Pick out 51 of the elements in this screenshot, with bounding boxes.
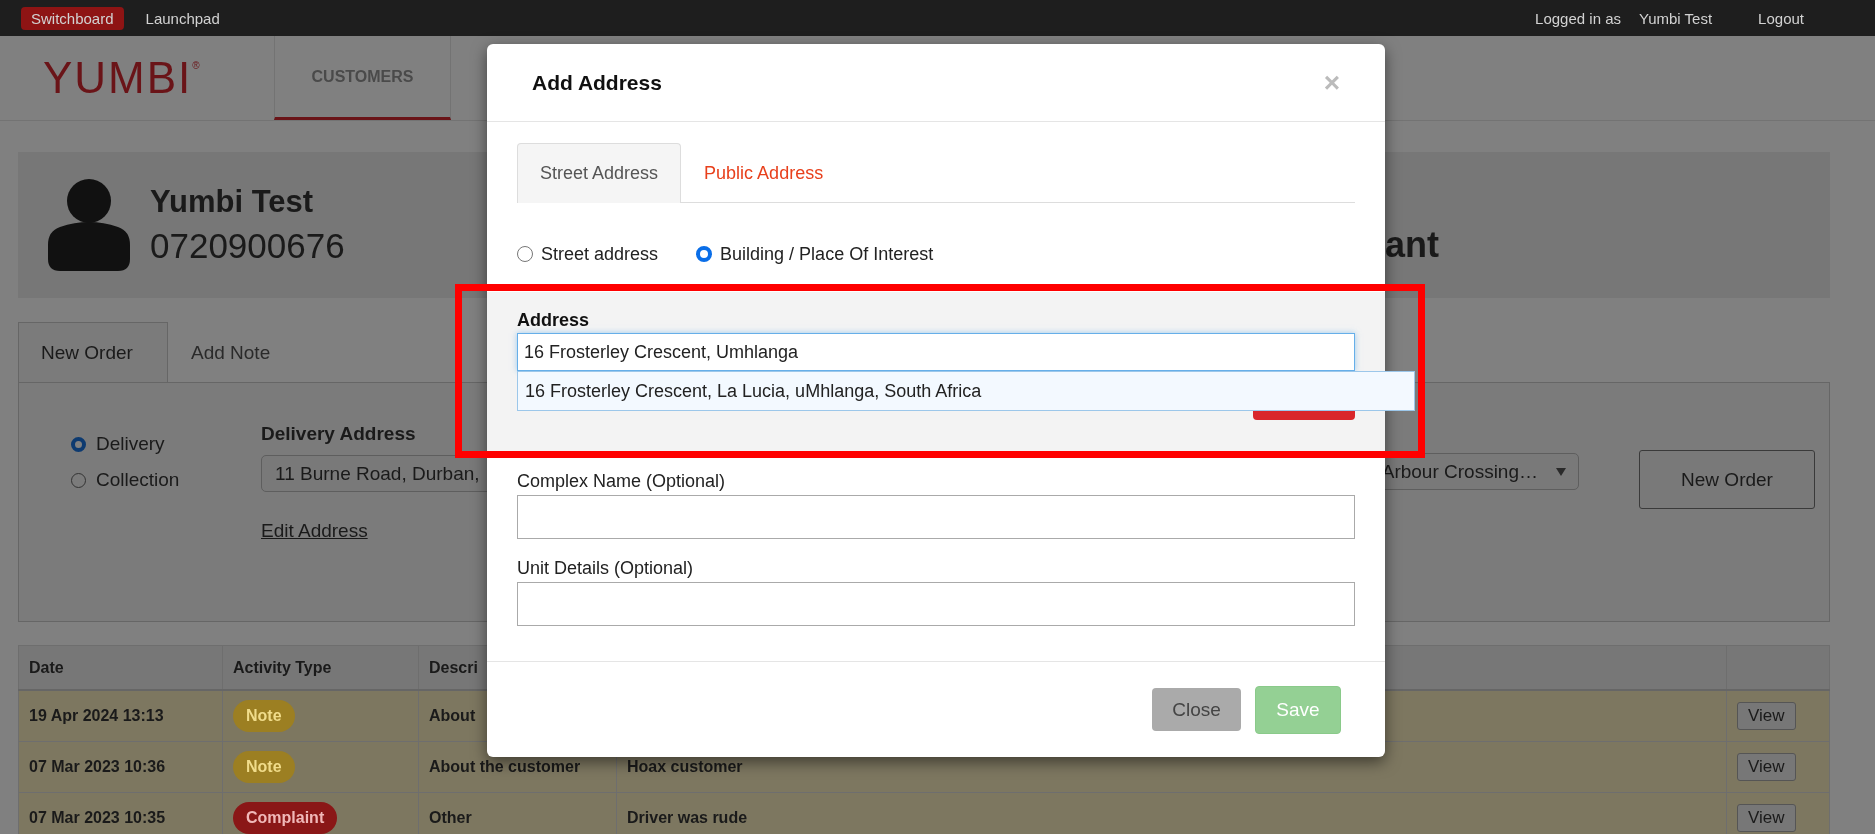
text-input[interactable] [517, 495, 1355, 539]
text-input[interactable] [517, 582, 1355, 626]
top-link[interactable]: Switchboard [21, 6, 124, 30]
person-icon [48, 179, 130, 271]
column-header: Date [18, 645, 223, 690]
edit-address-link[interactable]: Edit Address [261, 520, 368, 542]
table-cell: 19 Apr 2024 13:13 [29, 707, 164, 724]
panel-heading: ant [1385, 224, 1439, 266]
user-label: Logged in as [1535, 9, 1621, 27]
table-cell: 07 Mar 2023 10:35 [29, 809, 166, 826]
caret-icon [1556, 467, 1566, 476]
radio-label: Delivery [96, 433, 165, 455]
view-button[interactable]: View [1737, 753, 1796, 781]
order-tab[interactable]: New Order [18, 322, 168, 382]
address-tab[interactable]: Public Address [681, 143, 847, 203]
table-cell: Hoax customer [627, 758, 743, 775]
field-label: Complex Name (Optional) [517, 471, 727, 492]
activity-badge: Note [233, 751, 295, 783]
field-label: Address [517, 310, 591, 331]
top-link[interactable]: Launchpad [135, 6, 230, 30]
radio-label: Collection [96, 469, 180, 491]
suggestion-item[interactable]: 16 Frosterley Crescent, La Lucia, uMhlanga, South Africa [518, 372, 1414, 410]
field-label: Delivery Address [261, 423, 417, 445]
table-cell: 07 Mar 2023 10:36 [29, 758, 166, 775]
logo: YUMBI$^{®}$ [43, 52, 203, 104]
radio-label: Street address [541, 243, 659, 265]
order-tab[interactable]: Add Note [168, 322, 294, 382]
radio-button[interactable] [71, 436, 86, 452]
activity-badge: Complaint [233, 802, 338, 834]
radio-button[interactable] [696, 246, 713, 262]
customer-name: Yumbi Test [150, 184, 314, 220]
table-cell: About the customer [429, 758, 581, 775]
dialog-title: Add Address [532, 70, 663, 95]
field-label: Unit Details (Optional) [517, 558, 695, 579]
table-cell: Driver was rude [627, 809, 748, 826]
view-button[interactable]: View [1737, 804, 1796, 832]
address-input[interactable]: 16 Frosterley Crescent, Umhlanga [517, 333, 1355, 371]
view-button[interactable]: View [1737, 702, 1796, 730]
customer-phone: 0720900676 [150, 226, 345, 266]
table-cell: About [429, 707, 476, 724]
user-link[interactable]: Yumbi Test [1629, 6, 1723, 30]
logout-link[interactable]: Logout [1748, 6, 1814, 30]
new-order-button[interactable]: New Order [1639, 450, 1815, 509]
activity-badge: Note [233, 700, 295, 732]
column-header: Activity Type [222, 645, 419, 690]
table-cell: Other [429, 809, 472, 826]
close-button[interactable]: Close [1152, 688, 1241, 731]
radio-button[interactable] [517, 246, 533, 262]
address-tab[interactable]: Street Address [517, 143, 682, 203]
radio-label: Building / Place Of Interest [720, 243, 934, 265]
radio-button[interactable] [71, 472, 86, 488]
